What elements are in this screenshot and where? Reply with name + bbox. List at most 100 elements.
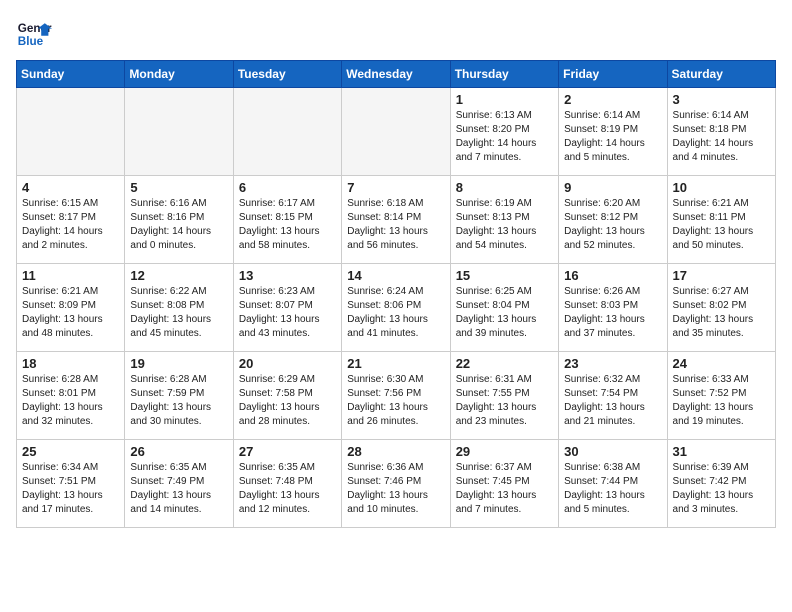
calendar-cell: 11Sunrise: 6:21 AMSunset: 8:09 PMDayligh… xyxy=(17,264,125,352)
day-number: 28 xyxy=(347,444,444,459)
day-number: 19 xyxy=(130,356,227,371)
cell-info: Daylight: 13 hours xyxy=(239,313,336,327)
day-number: 1 xyxy=(456,92,553,107)
day-header-friday: Friday xyxy=(559,61,667,88)
cell-info: Sunrise: 6:26 AM xyxy=(564,285,661,299)
cell-info: and 14 minutes. xyxy=(130,503,227,517)
calendar-cell: 16 Sunrise: 6:26 AMSunset: 8:03 PMDayligh… xyxy=(559,264,667,352)
cell-info: Sunrise: 6:38 AM xyxy=(564,461,661,475)
cell-info: Daylight: 13 hours xyxy=(347,489,444,503)
cell-info: and 26 minutes. xyxy=(347,415,444,429)
cell-info: Daylight: 13 hours xyxy=(130,313,227,327)
cell-info: Sunrise: 6:22 AM xyxy=(130,285,227,299)
day-number: 4 xyxy=(22,180,119,195)
cell-info: and 28 minutes. xyxy=(239,415,336,429)
day-number: 16 xyxy=(564,268,661,283)
day-number: 21 xyxy=(347,356,444,371)
cell-info: Sunset: 7:54 PM xyxy=(564,387,661,401)
cell-info: and 37 minutes. xyxy=(564,327,661,341)
cell-info: Sunrise: 6:18 AM xyxy=(347,197,444,211)
cell-info: Sunset: 8:03 PM xyxy=(564,299,661,313)
calendar-cell: 13Sunrise: 6:23 AMSunset: 8:07 PMDayligh… xyxy=(233,264,341,352)
day-number: 6 xyxy=(239,180,336,195)
calendar-cell: 25Sunrise: 6:34 AMSunset: 7:51 PMDayligh… xyxy=(17,440,125,528)
cell-info: Daylight: 13 hours xyxy=(347,313,444,327)
cell-info: and 5 minutes. xyxy=(564,503,661,517)
day-number: 13 xyxy=(239,268,336,283)
cell-info: Sunset: 8:13 PM xyxy=(456,211,553,225)
day-number: 31 xyxy=(673,444,770,459)
cell-info: Sunrise: 6:15 AM xyxy=(22,197,119,211)
svg-text:Blue: Blue xyxy=(18,35,44,48)
cell-info: Sunset: 7:46 PM xyxy=(347,475,444,489)
day-header-monday: Monday xyxy=(125,61,233,88)
day-number: 24 xyxy=(673,356,770,371)
calendar-cell: 27Sunrise: 6:35 AMSunset: 7:48 PMDayligh… xyxy=(233,440,341,528)
day-number: 22 xyxy=(456,356,553,371)
cell-info: Sunset: 8:16 PM xyxy=(130,211,227,225)
day-number: 14 xyxy=(347,268,444,283)
cell-info: and 7 minutes. xyxy=(456,151,553,165)
logo: General Blue xyxy=(16,16,52,52)
cell-info: and 39 minutes. xyxy=(456,327,553,341)
cell-info: Sunset: 7:45 PM xyxy=(456,475,553,489)
day-header-wednesday: Wednesday xyxy=(342,61,450,88)
calendar-cell xyxy=(342,88,450,176)
day-number: 12 xyxy=(130,268,227,283)
day-number: 27 xyxy=(239,444,336,459)
cell-info: Daylight: 14 hours xyxy=(564,137,661,151)
cell-info: Sunrise: 6:13 AM xyxy=(456,109,553,123)
cell-info: and 5 minutes. xyxy=(564,151,661,165)
calendar-cell xyxy=(233,88,341,176)
cell-info: Daylight: 13 hours xyxy=(239,401,336,415)
day-number: 5 xyxy=(130,180,227,195)
calendar-cell: 31Sunrise: 6:39 AMSunset: 7:42 PMDayligh… xyxy=(667,440,775,528)
cell-info: and 35 minutes. xyxy=(673,327,770,341)
cell-info: Daylight: 14 hours xyxy=(456,137,553,151)
calendar-cell: 30Sunrise: 6:38 AMSunset: 7:44 PMDayligh… xyxy=(559,440,667,528)
cell-info: Sunset: 7:56 PM xyxy=(347,387,444,401)
cell-info: Sunset: 8:04 PM xyxy=(456,299,553,313)
cell-info: Daylight: 13 hours xyxy=(564,313,661,327)
cell-info: Daylight: 14 hours xyxy=(673,137,770,151)
cell-info: and 52 minutes. xyxy=(564,239,661,253)
day-number: 29 xyxy=(456,444,553,459)
cell-info: Sunset: 8:14 PM xyxy=(347,211,444,225)
cell-info: and 7 minutes. xyxy=(456,503,553,517)
cell-info: Sunrise: 6:32 AM xyxy=(564,373,661,387)
cell-info: Sunset: 8:09 PM xyxy=(22,299,119,313)
cell-info: and 32 minutes. xyxy=(22,415,119,429)
cell-info: Sunset: 8:11 PM xyxy=(673,211,770,225)
cell-info: Sunrise: 6:33 AM xyxy=(673,373,770,387)
day-header-tuesday: Tuesday xyxy=(233,61,341,88)
day-header-thursday: Thursday xyxy=(450,61,558,88)
cell-info: Sunrise: 6:20 AM xyxy=(564,197,661,211)
calendar-cell: 12 Sunrise: 6:22 AMSunset: 8:08 PMDayligh… xyxy=(125,264,233,352)
day-number: 20 xyxy=(239,356,336,371)
day-number: 18 xyxy=(22,356,119,371)
cell-info: Sunrise: 6:37 AM xyxy=(456,461,553,475)
cell-info: Sunrise: 6:27 AM xyxy=(673,285,770,299)
day-number: 23 xyxy=(564,356,661,371)
cell-info: Sunrise: 6:28 AM xyxy=(130,373,227,387)
cell-info: and 3 minutes. xyxy=(673,503,770,517)
cell-info: Sunset: 8:01 PM xyxy=(22,387,119,401)
cell-info: Sunset: 8:08 PM xyxy=(130,299,227,313)
cell-info: and 58 minutes. xyxy=(239,239,336,253)
cell-info: Sunset: 7:48 PM xyxy=(239,475,336,489)
cell-info: Sunset: 8:02 PM xyxy=(673,299,770,313)
cell-info: Sunset: 7:58 PM xyxy=(239,387,336,401)
cell-info: and 2 minutes. xyxy=(22,239,119,253)
day-number: 11 xyxy=(22,268,119,283)
calendar-cell: 3Sunrise: 6:14 AMSunset: 8:18 PMDaylight… xyxy=(667,88,775,176)
cell-info: Daylight: 13 hours xyxy=(456,225,553,239)
cell-info: and 41 minutes. xyxy=(347,327,444,341)
cell-info: Sunset: 8:18 PM xyxy=(673,123,770,137)
cell-info: Daylight: 13 hours xyxy=(564,225,661,239)
cell-info: Daylight: 13 hours xyxy=(673,225,770,239)
cell-info: Sunrise: 6:14 AM xyxy=(673,109,770,123)
cell-info: Sunset: 8:15 PM xyxy=(239,211,336,225)
header: General Blue xyxy=(16,16,776,52)
calendar-week-row: 1Sunrise: 6:13 AMSunset: 8:20 PMDaylight… xyxy=(17,88,776,176)
cell-info: Daylight: 13 hours xyxy=(673,489,770,503)
